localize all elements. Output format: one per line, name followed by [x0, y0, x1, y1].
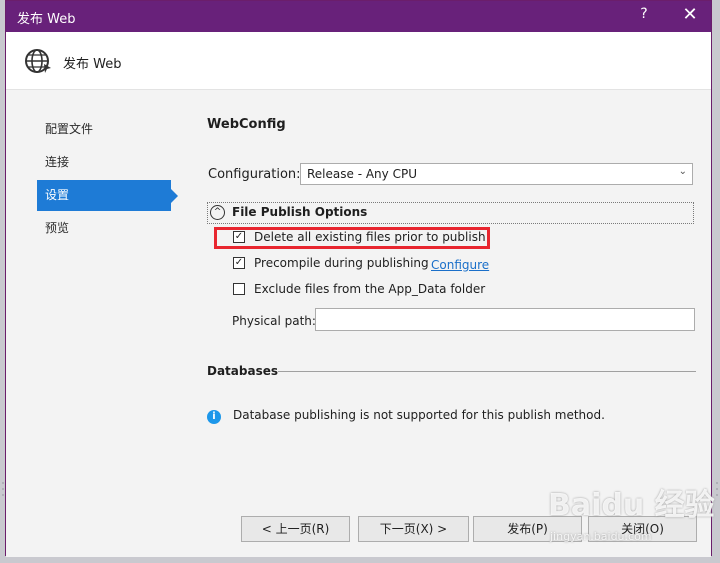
precompile-label: Precompile during publishing: [254, 256, 429, 270]
chevron-down-icon: ⌄: [678, 166, 687, 177]
close-button[interactable]: ✕: [679, 4, 701, 25]
collapse-chevron-icon: ^: [210, 205, 225, 220]
configuration-label: Configuration:: [208, 167, 301, 182]
file-publish-options-toggle[interactable]: ^ File Publish Options: [207, 202, 694, 224]
exclude-app-data-label: Exclude files from the App_Data folder: [254, 282, 486, 296]
step-nav: 配置文件 连接 设置 预览: [37, 114, 178, 246]
exclude-app-data-checkbox[interactable]: [233, 283, 245, 295]
dialog-header: 发布 Web: [6, 32, 711, 90]
configuration-value: Release - Any CPU: [307, 167, 417, 181]
nav-item-profile[interactable]: 配置文件: [37, 114, 171, 145]
nav-item-label: 配置文件: [45, 122, 94, 136]
header-title: 发布 Web: [63, 57, 122, 72]
nav-item-settings[interactable]: 设置: [37, 180, 178, 211]
next-button[interactable]: 下一页(X) >: [358, 516, 469, 542]
annotation-highlight-box: [214, 227, 490, 249]
file-publish-options-title: File Publish Options: [232, 205, 368, 219]
nav-item-label: 设置: [45, 188, 70, 202]
precompile-checkbox[interactable]: ✓: [233, 257, 245, 269]
nav-item-connection[interactable]: 连接: [37, 147, 171, 178]
nav-item-label: 预览: [45, 221, 70, 235]
databases-divider: [278, 371, 696, 372]
physical-path-label: Physical path:: [232, 314, 316, 328]
configure-link[interactable]: Configure: [431, 258, 489, 272]
physical-path-input[interactable]: [315, 308, 695, 331]
configuration-select[interactable]: Release - Any CPU ⌄: [300, 163, 693, 185]
publish-web-dialog: 发布 Web ? ✕ 发布 Web 配置文件 连接 设置 预览 WebConfi…: [5, 0, 712, 557]
database-info-text: Database publishing is not supported for…: [233, 408, 605, 422]
globe-publish-icon: [25, 49, 51, 73]
baidu-watermark-url: jingyan.baidu.com: [550, 530, 652, 543]
baidu-watermark: Baidu 经验: [548, 488, 715, 523]
title-bar: 发布 Web ? ✕: [6, 1, 711, 32]
databases-title: Databases: [207, 364, 279, 378]
section-title: WebConfig: [207, 117, 286, 132]
nav-item-preview[interactable]: 预览: [37, 213, 171, 244]
prev-button[interactable]: < 上一页(R): [241, 516, 350, 542]
help-button[interactable]: ?: [634, 6, 654, 22]
nav-item-label: 连接: [45, 155, 70, 169]
window-title: 发布 Web: [17, 12, 76, 27]
info-icon: i: [207, 410, 221, 424]
